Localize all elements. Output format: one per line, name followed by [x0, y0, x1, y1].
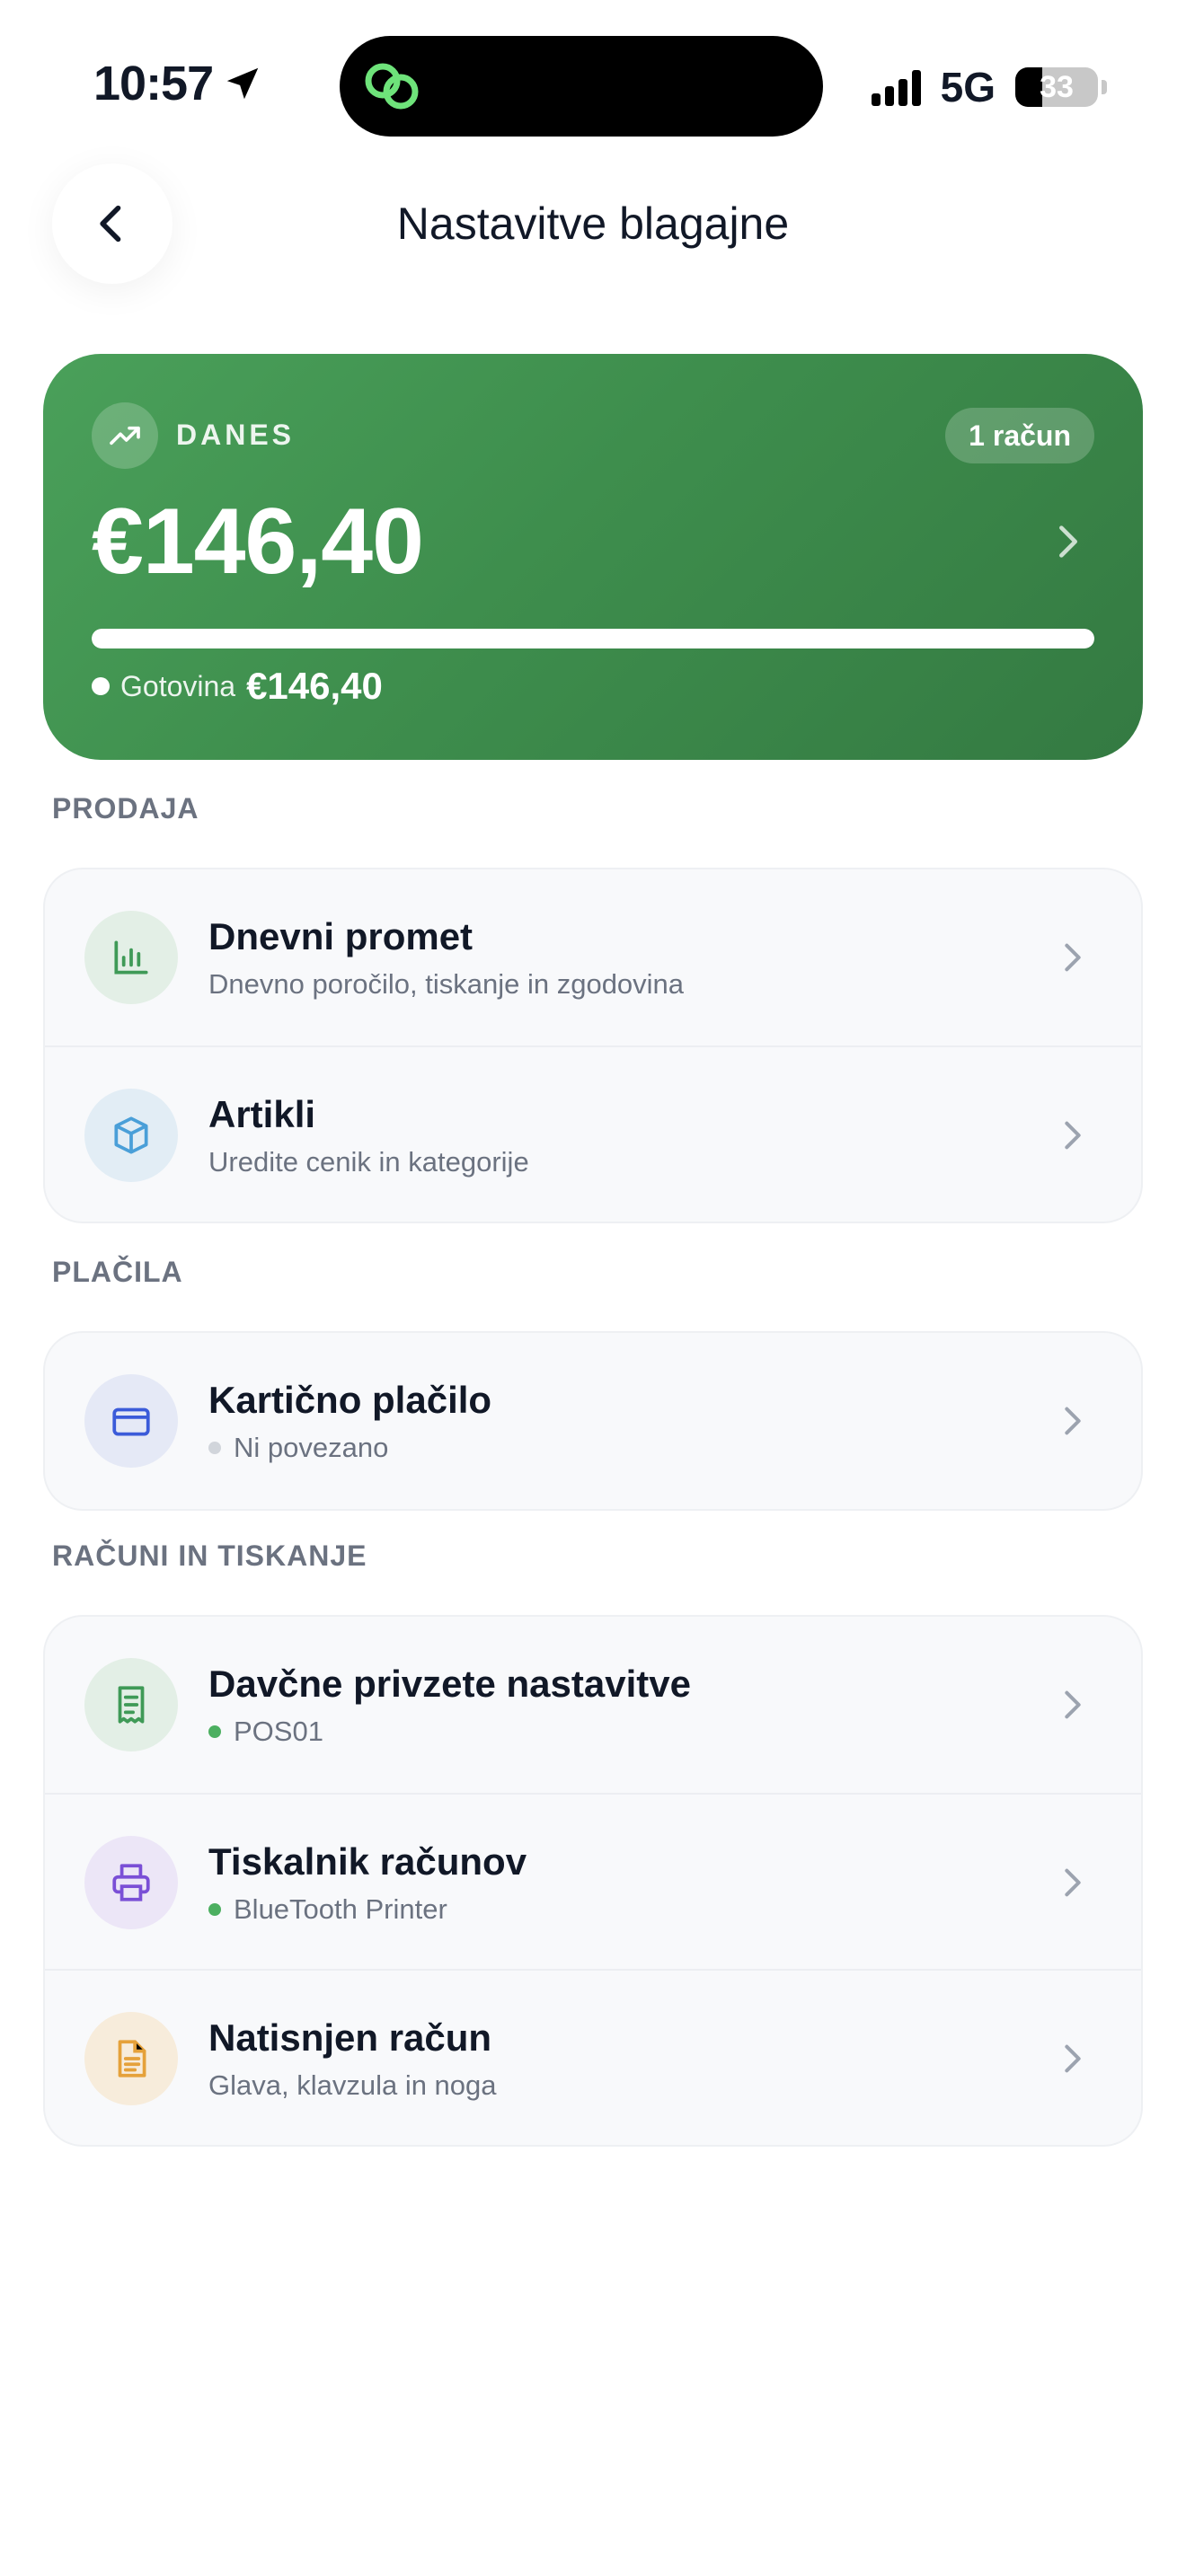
- list-item-title: Dnevni promet: [208, 915, 474, 957]
- dynamic-island: [340, 36, 823, 137]
- time-text: 10:57: [93, 57, 214, 110]
- status-dot: [208, 1442, 221, 1454]
- cash-legend-label: Gotovina: [120, 669, 236, 702]
- chevron-right-icon: [1065, 1868, 1081, 1897]
- payment-split-bar: [92, 629, 1094, 648]
- cash-share-fill: [92, 629, 1094, 648]
- list-item-fiscal-defaults[interactable]: Davčne privzete nastavitve POS01: [45, 1617, 1141, 1793]
- list-item-subtitle: Dnevno poročilo, tiskanje in zgodovina: [208, 968, 685, 1000]
- trending-up-icon: [92, 402, 158, 469]
- payment-legend: Gotovina €146,40: [92, 665, 383, 708]
- status-bar: 10:57 5G 33: [0, 0, 1186, 162]
- list-item-title: Artikli: [208, 1093, 316, 1135]
- list-item-subtitle: Uredite cenik in kategorije: [208, 1146, 529, 1178]
- list-item-card-payment[interactable]: Kartično plačilo Ni povezano: [45, 1333, 1141, 1509]
- battery-icon: 33: [1015, 67, 1098, 107]
- list-item-subtitle: Glava, klavzula in noga: [208, 2069, 497, 2101]
- status-time: 10:57: [93, 56, 263, 111]
- list-item-title: Davčne privzete nastavitve: [208, 1663, 691, 1705]
- battery-level: 33: [1040, 69, 1074, 104]
- today-label: DANES: [176, 419, 296, 451]
- list-item-articles[interactable]: Artikli Uredite cenik in kategorije: [45, 1045, 1141, 1222]
- chevron-right-icon: [1065, 1407, 1081, 1435]
- section-title-receipts: RAČUNI IN TISKANJE: [52, 1539, 367, 1572]
- list-item-subtitle: BlueTooth Printer: [234, 1893, 447, 1925]
- status-dot: [208, 1903, 221, 1916]
- receipts-count-badge: 1 račun: [945, 408, 1094, 463]
- list-item-printed-receipt[interactable]: Natisnjen račun Glava, klavzula in noga: [45, 1969, 1141, 2145]
- status-dot: [208, 1725, 221, 1738]
- chevron-right-icon: [1065, 2044, 1081, 2073]
- list-item-title: Natisnjen račun: [208, 2016, 492, 2059]
- chevron-right-icon: [1065, 1690, 1081, 1719]
- box-icon: [84, 1089, 178, 1182]
- list-item-title: Tiskalnik računov: [208, 1840, 527, 1883]
- list-item-daily-turnover[interactable]: Dnevni promet Dnevno poročilo, tiskanje …: [45, 869, 1141, 1045]
- receipt-icon: [84, 1658, 178, 1751]
- receipts-group: Davčne privzete nastavitve POS01 Tiskaln…: [43, 1615, 1143, 2147]
- cash-legend-value: €146,40: [246, 665, 383, 707]
- payments-group: Kartično plačilo Ni povezano: [43, 1331, 1143, 1511]
- status-right: 5G 33: [871, 63, 1107, 111]
- cellular-signal-icon: [871, 68, 921, 106]
- section-title-payments: PLAČILA: [52, 1256, 183, 1288]
- section-title-sales: PRODAJA: [52, 792, 199, 825]
- chevron-right-icon: [1065, 943, 1081, 972]
- sales-group: Dnevni promet Dnevno poročilo, tiskanje …: [43, 868, 1143, 1223]
- document-icon: [84, 2012, 178, 2105]
- chevron-right-icon: [1059, 525, 1077, 558]
- credit-card-icon: [84, 1374, 178, 1468]
- page-title: Nastavitve blagajne: [396, 198, 790, 249]
- today-total-amount: €146,40: [92, 490, 424, 594]
- location-arrow-icon: [226, 67, 259, 100]
- list-item-receipt-printer[interactable]: Tiskalnik računov BlueTooth Printer: [45, 1793, 1141, 1969]
- list-item-subtitle: POS01: [234, 1716, 323, 1747]
- printer-icon: [84, 1836, 178, 1929]
- cash-legend-dot: [92, 677, 110, 695]
- link-rings-icon: [365, 63, 419, 110]
- battery-tip: [1102, 80, 1107, 94]
- list-item-title: Kartično plačilo: [208, 1379, 492, 1421]
- chevron-right-icon: [1065, 1121, 1081, 1150]
- bar-chart-icon: [84, 911, 178, 1004]
- network-type: 5G: [940, 64, 996, 110]
- connection-status: Ni povezano: [234, 1432, 389, 1463]
- today-summary-card[interactable]: DANES 1 račun €146,40 Gotovina €146,40: [43, 354, 1143, 760]
